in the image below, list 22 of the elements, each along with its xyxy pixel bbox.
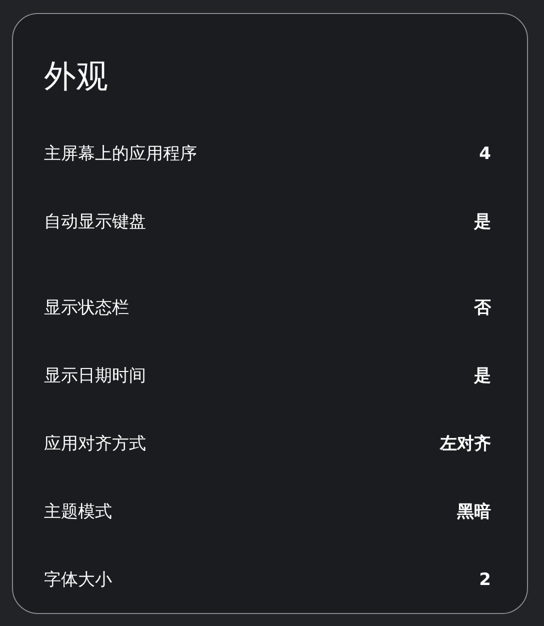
setting-value: 否 [474,297,491,320]
setting-row[interactable]: 自动显示键盘 是 [44,189,496,257]
setting-row[interactable]: 显示状态栏 否 [44,275,496,343]
setting-row[interactable]: 应用对齐方式 左对齐 [44,411,496,479]
setting-value: 4 [479,143,491,166]
setting-row[interactable]: 字体大小 2 [44,547,496,615]
setting-row[interactable]: 显示日期时间 是 [44,343,496,411]
setting-value: 左对齐 [440,433,491,456]
setting-value: 是 [474,365,491,388]
setting-value: 是 [474,211,491,234]
setting-label: 显示状态栏 [44,297,129,320]
setting-label: 主题模式 [44,501,112,524]
setting-label: 主屏幕上的应用程序 [44,143,197,166]
setting-label: 自动显示键盘 [44,211,146,234]
setting-label: 显示日期时间 [44,365,146,388]
setting-label: 字体大小 [44,569,112,592]
setting-row[interactable]: 主题模式 黑暗 [44,479,496,547]
setting-row[interactable]: 主屏幕上的应用程序 4 [44,121,496,189]
setting-value: 黑暗 [457,501,491,524]
setting-value: 2 [479,569,491,592]
setting-label: 应用对齐方式 [44,433,146,456]
section-title: 外观 [44,56,109,97]
